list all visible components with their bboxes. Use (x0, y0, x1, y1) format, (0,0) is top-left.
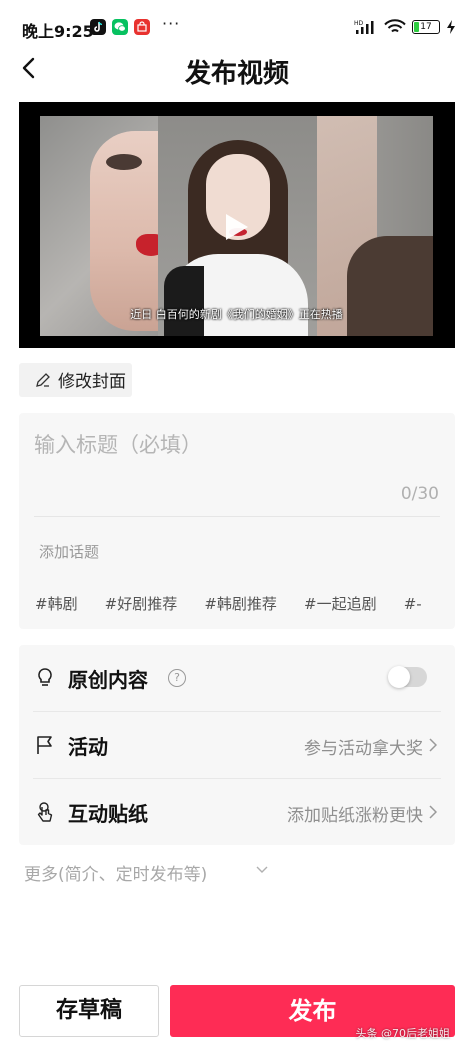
more-options-button[interactable]: 更多(简介、定时发布等) (24, 860, 207, 885)
charging-icon (447, 20, 455, 34)
title-char-count: 0/30 (400, 484, 439, 504)
more-notifications-icon: ··· (162, 14, 181, 33)
status-indicators: HD 17 (354, 17, 456, 37)
save-draft-button[interactable]: 存草稿 (19, 985, 159, 1037)
status-time: 晚上9:25 (22, 22, 94, 41)
network-type-label: HD (354, 20, 364, 27)
title-card: 输入标题（必填） 0/30 添加话题 #韩剧 #好剧推荐 #韩剧推荐 #一起追剧… (19, 413, 455, 629)
play-icon (226, 214, 248, 240)
add-topic-button[interactable]: 添加话题 (39, 541, 99, 562)
toggle-knob (388, 666, 410, 688)
battery-icon: 17 (412, 20, 440, 34)
eye-shape (106, 154, 142, 170)
pencil-icon (36, 373, 50, 387)
original-content-label: 原创内容 (68, 668, 148, 692)
watermark: 头条 @70后老姐姐 (355, 1027, 451, 1040)
tag-chip[interactable]: #韩剧推荐 (204, 593, 277, 614)
suggested-tags: #韩剧 #好剧推荐 #韩剧推荐 #一起追剧 #- (35, 593, 455, 615)
tag-chip[interactable]: #一起追剧 (304, 593, 377, 614)
battery-level: 17 (420, 22, 432, 32)
video-panel-left (40, 116, 180, 336)
sticker-row[interactable]: 互动贴纸 添加贴纸涨粉更快 (19, 779, 455, 845)
activity-row[interactable]: 活动 参与活动拿大奖 (19, 712, 455, 778)
tiktok-app-icon (90, 19, 106, 35)
video-panel-right (317, 116, 433, 336)
help-icon[interactable]: ? (168, 669, 186, 687)
chevron-down-icon[interactable] (256, 866, 268, 874)
edit-cover-button[interactable]: 修改封面 (19, 363, 132, 397)
chevron-right-icon (429, 805, 437, 819)
edit-cover-label: 修改封面 (58, 372, 126, 392)
tag-chip[interactable]: #好剧推荐 (105, 593, 178, 614)
status-bar: 晚上9:25 ··· HD 17 (0, 0, 474, 52)
original-content-toggle[interactable] (388, 666, 427, 688)
activity-value: 参与活动拿大奖 (304, 739, 423, 759)
lightbulb-icon (38, 668, 52, 686)
original-content-row[interactable]: 原创内容 ? (19, 645, 455, 711)
title-input[interactable]: 输入标题（必填） (34, 429, 202, 459)
tag-chip[interactable]: #韩剧 (35, 593, 78, 614)
cellular-signal-icon: HD (354, 20, 374, 34)
flag-icon (37, 736, 52, 754)
sticker-value: 添加贴纸涨粉更快 (287, 806, 423, 826)
wechat-app-icon (112, 19, 128, 35)
jacket-shape (164, 266, 204, 336)
page-title: 发布视频 (184, 59, 289, 89)
divider (34, 516, 440, 517)
chevron-right-icon (429, 738, 437, 752)
tap-hand-icon (37, 802, 53, 822)
tag-chip[interactable]: #- (404, 595, 422, 613)
wifi-icon (384, 19, 406, 33)
activity-label: 活动 (68, 735, 108, 759)
play-button[interactable] (224, 212, 250, 242)
settings-card: 原创内容 ? 活动 参与活动拿大奖 互动贴纸 添加贴纸涨粉更快 (19, 645, 455, 845)
video-subtitle: 近日 白百何的新剧《我们的婚姻》正在热播 (130, 308, 343, 321)
sticker-label: 互动贴纸 (68, 802, 148, 826)
shopping-app-icon (134, 19, 150, 35)
